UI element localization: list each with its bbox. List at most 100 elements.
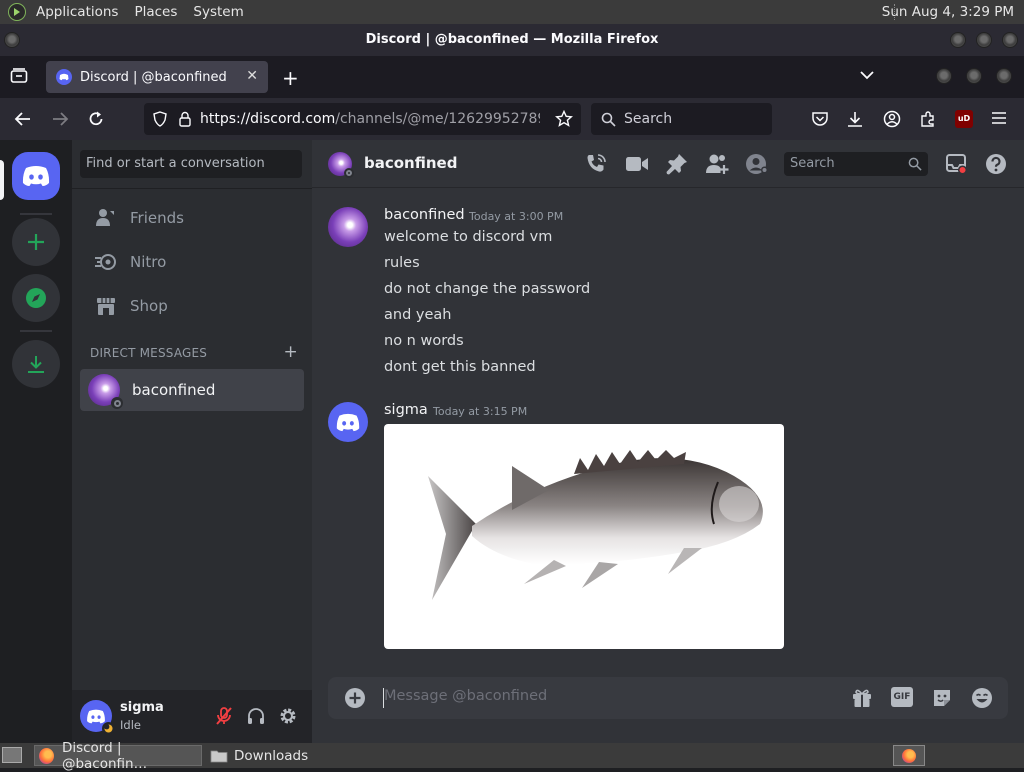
message-author[interactable]: sigma [384, 402, 428, 418]
voice-call-icon[interactable] [585, 153, 607, 175]
gif-icon[interactable]: GIF [891, 687, 913, 707]
mute-microphone-icon[interactable] [214, 706, 234, 726]
fish-image-attachment[interactable] [384, 424, 784, 649]
message-line: dont get this banned [384, 359, 536, 375]
window-titlebar[interactable]: Discord | @baconfined — Mozilla Firefox [0, 24, 1024, 56]
nav-shop-label: Shop [130, 297, 168, 315]
emoji-icon[interactable] [971, 687, 993, 709]
browser-search-bar[interactable]: Search [591, 103, 772, 135]
minimize-button[interactable] [950, 32, 966, 48]
settings-gear-icon[interactable] [278, 706, 298, 726]
discover-servers-button[interactable] [12, 274, 60, 322]
idle-moon-icon [102, 722, 115, 735]
avatar[interactable] [328, 207, 368, 247]
taskbar-item-label: Downloads [234, 747, 309, 764]
taskbar-item-downloads[interactable]: Downloads [206, 745, 308, 766]
help-icon[interactable] [985, 153, 1007, 175]
avatar[interactable] [328, 152, 354, 178]
discord-logo-icon [22, 165, 50, 187]
close-window-button[interactable] [1002, 32, 1018, 48]
menu-places[interactable]: Places [126, 0, 185, 24]
nav-friends-label: Friends [130, 209, 184, 227]
downloads-icon[interactable] [846, 110, 864, 128]
nav-shop[interactable]: Shop [80, 285, 302, 327]
download-apps-button[interactable] [12, 340, 60, 388]
username[interactable]: sigma [120, 700, 164, 715]
add-friends-to-dm-icon[interactable] [705, 153, 729, 175]
search-icon [601, 112, 616, 127]
hamburger-menu-icon[interactable] [991, 111, 1007, 125]
window-menu-button[interactable] [4, 32, 20, 48]
taskbar-item-firefox[interactable]: Discord | @baconfin… [34, 740, 202, 772]
menu-applications[interactable]: Applications [28, 0, 126, 24]
url-bar[interactable]: https://discord.com/channels/@me/1262995… [144, 103, 581, 135]
menu-system[interactable]: System [185, 0, 251, 24]
rail-divider [20, 330, 52, 332]
find-conversation-input[interactable]: Find or start a conversation [80, 150, 302, 178]
system-top-panel: Applications Places System Sun Aug 4, 3:… [0, 0, 1024, 24]
message-composer[interactable]: Message @baconfined GIF [328, 677, 1008, 719]
tracking-shield-icon[interactable] [152, 111, 168, 127]
message-input-placeholder: Message @baconfined [384, 688, 548, 704]
workspace-switcher[interactable] [893, 745, 925, 766]
nav-nitro[interactable]: Nitro [80, 241, 302, 283]
avatar[interactable] [328, 402, 368, 442]
offline-status-icon [111, 397, 123, 409]
server-rail [0, 140, 72, 743]
sticker-icon[interactable] [931, 687, 953, 709]
add-server-button[interactable] [12, 218, 60, 266]
message-author[interactable]: baconfined [384, 207, 465, 223]
tab-label: Discord | @baconfined [80, 69, 227, 85]
nav-friends[interactable]: Friends [80, 197, 302, 239]
pocket-icon[interactable] [811, 110, 829, 128]
back-arrow-icon[interactable] [14, 111, 32, 127]
taskbar-item-label: Discord | @baconfin… [61, 739, 148, 772]
distro-logo-icon[interactable] [8, 3, 26, 21]
offline-status-icon [344, 168, 354, 178]
inbox-icon[interactable] [945, 153, 969, 175]
show-desktop-icon[interactable] [2, 747, 22, 763]
browser-minimize-button[interactable] [936, 68, 952, 84]
list-all-tabs-icon[interactable] [860, 70, 874, 80]
attach-plus-icon[interactable] [344, 687, 366, 709]
discord-favicon-icon [56, 69, 72, 85]
new-tab-button[interactable]: + [282, 66, 299, 90]
chat-search-input[interactable]: Search [784, 152, 928, 176]
avatar [88, 374, 123, 409]
browser-close-button[interactable] [996, 68, 1012, 84]
reload-icon[interactable] [87, 110, 105, 128]
download-icon [25, 353, 47, 375]
ublock-origin-icon[interactable]: uD [955, 110, 973, 128]
firefox-view-icon[interactable] [10, 68, 28, 84]
chat-search-placeholder: Search [790, 156, 835, 171]
clock[interactable]: Sun Aug 4, 3:29 PM [882, 0, 1014, 24]
avatar[interactable] [80, 700, 115, 735]
home-selected-indicator [0, 160, 4, 200]
direct-messages-label: DIRECT MESSAGES [90, 346, 208, 360]
gift-icon[interactable] [851, 687, 873, 709]
extensions-puzzle-icon[interactable] [919, 110, 937, 128]
user-status: Idle [120, 718, 141, 732]
user-profile-icon[interactable] [745, 153, 769, 175]
video-call-icon[interactable] [625, 155, 649, 173]
browser-search-placeholder: Search [624, 111, 673, 127]
tab-discord[interactable]: Discord | @baconfined ✕ [46, 61, 268, 93]
channel-title[interactable]: baconfined [364, 154, 457, 172]
forward-arrow-icon[interactable] [51, 111, 69, 127]
direct-messages-home-button[interactable] [12, 152, 60, 200]
pinned-messages-icon[interactable] [666, 153, 688, 175]
maximize-button[interactable] [976, 32, 992, 48]
account-icon[interactable] [883, 110, 901, 128]
bookmark-star-icon[interactable] [555, 110, 573, 128]
url-text: https://discord.com/channels/@me/1262995… [200, 111, 540, 127]
padlock-icon[interactable] [178, 111, 192, 127]
create-dm-plus-icon[interactable]: + [284, 342, 298, 362]
message-line: welcome to discord vm [384, 229, 553, 245]
browser-maximize-button[interactable] [966, 68, 982, 84]
tab-close-icon[interactable]: ✕ [246, 68, 258, 84]
message-timestamp: Today at 3:00 PM [469, 210, 564, 223]
message-timestamp: Today at 3:15 PM [433, 405, 528, 418]
headphones-icon[interactable] [246, 706, 266, 726]
dm-item-baconfined[interactable]: baconfined [80, 369, 304, 411]
direct-messages-header: DIRECT MESSAGES + [90, 342, 302, 362]
